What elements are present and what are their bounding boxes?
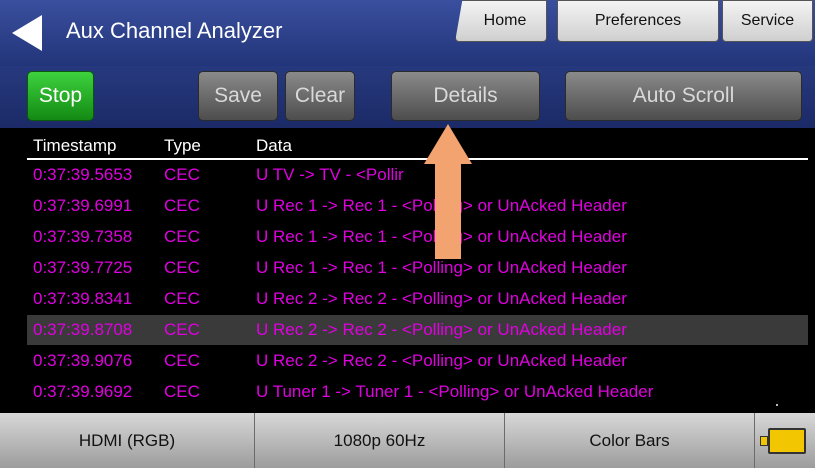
row-timestamp: 0:37:39.7358 bbox=[33, 227, 133, 246]
row-type: CEC bbox=[164, 320, 200, 339]
row-data: U Rec 1 -> Rec 1 - <Polling> or UnAcked … bbox=[256, 258, 627, 277]
tab-preferences[interactable]: Preferences bbox=[557, 0, 719, 42]
row-type: CEC bbox=[164, 165, 200, 184]
page-title: Aux Channel Analyzer bbox=[66, 18, 283, 43]
arrow-head bbox=[424, 124, 472, 164]
row-timestamp: 0:37:39.9076 bbox=[33, 351, 133, 370]
video-format-status[interactable]: 1080p 60Hz bbox=[255, 413, 505, 468]
row-type: CEC bbox=[164, 351, 200, 370]
details-button[interactable]: Details bbox=[391, 71, 540, 121]
row-type: CEC bbox=[164, 382, 200, 401]
scroll-indicator bbox=[776, 404, 778, 406]
row-data: U TV -> TV - <Pollir bbox=[256, 165, 404, 184]
row-data: U Rec 2 -> Rec 2 - <Polling> or UnAcked … bbox=[256, 289, 627, 308]
battery-body bbox=[768, 428, 806, 454]
table-row[interactable]: 0:37:39.5653 CEC U TV -> TV - <Pollir bbox=[27, 160, 808, 190]
status-bar: HDMI (RGB) 1080p 60Hz Color Bars bbox=[0, 413, 815, 468]
column-header-timestamp: Timestamp bbox=[33, 136, 117, 155]
row-timestamp: 0:37:39.9692 bbox=[33, 382, 133, 401]
title-bar: Aux Channel Analyzer Home Preferences Se… bbox=[0, 0, 815, 66]
column-header-type: Type bbox=[164, 136, 201, 155]
table-row[interactable]: 0:37:39.7725 CEC U Rec 1 -> Rec 1 - <Pol… bbox=[27, 253, 808, 283]
event-log-table[interactable]: Timestamp Type Data 0:37:39.5653 CEC U T… bbox=[27, 128, 808, 413]
image-status[interactable]: Color Bars bbox=[505, 413, 755, 468]
back-arrow-icon[interactable] bbox=[12, 15, 42, 51]
auto-scroll-button[interactable]: Auto Scroll bbox=[565, 71, 802, 121]
row-data: U Rec 2 -> Rec 2 - <Polling> or UnAcked … bbox=[256, 351, 627, 370]
tab-home[interactable]: Home bbox=[455, 0, 547, 42]
row-timestamp: 0:37:39.7725 bbox=[33, 258, 133, 277]
up-arrow-annotation bbox=[424, 124, 472, 259]
row-type: CEC bbox=[164, 227, 200, 246]
toolbar: Stop Save Clear Details Auto Scroll bbox=[0, 66, 815, 128]
row-timestamp: 0:37:39.5653 bbox=[33, 165, 133, 184]
table-row-selected[interactable]: 0:37:39.8708 CEC U Rec 2 -> Rec 2 - <Pol… bbox=[27, 315, 808, 345]
battery-icon bbox=[760, 428, 806, 454]
video-interface-status[interactable]: HDMI (RGB) bbox=[0, 413, 255, 468]
row-timestamp: 0:37:39.8708 bbox=[33, 320, 133, 339]
row-type: CEC bbox=[164, 196, 200, 215]
clear-button[interactable]: Clear bbox=[285, 71, 355, 121]
table-row[interactable]: 0:37:39.7358 CEC U Rec 1 -> Rec 1 - <Pol… bbox=[27, 222, 808, 252]
row-data: U Rec 2 -> Rec 2 - <Polling> or UnAcked … bbox=[256, 320, 627, 339]
row-timestamp: 0:37:39.8341 bbox=[33, 289, 133, 308]
battery-nub bbox=[760, 436, 768, 446]
column-header-data: Data bbox=[256, 136, 292, 155]
table-row[interactable]: 0:37:39.9076 CEC U Rec 2 -> Rec 2 - <Pol… bbox=[27, 346, 808, 376]
table-row[interactable]: 0:37:39.6991 CEC U Rec 1 -> Rec 1 - <Pol… bbox=[27, 191, 808, 221]
arrow-shaft bbox=[435, 164, 461, 259]
stop-button[interactable]: Stop bbox=[27, 71, 94, 121]
row-timestamp: 0:37:39.6991 bbox=[33, 196, 133, 215]
table-header: Timestamp Type Data bbox=[27, 136, 808, 160]
row-type: CEC bbox=[164, 289, 200, 308]
row-data: U Tuner 1 -> Tuner 1 - <Polling> or UnAc… bbox=[256, 382, 654, 401]
row-type: CEC bbox=[164, 258, 200, 277]
table-row[interactable]: 0:37:39.9692 CEC U Tuner 1 -> Tuner 1 - … bbox=[27, 377, 808, 407]
table-row[interactable]: 0:37:39.8341 CEC U Rec 2 -> Rec 2 - <Pol… bbox=[27, 284, 808, 314]
tab-service[interactable]: Service bbox=[722, 0, 813, 42]
save-button[interactable]: Save bbox=[198, 71, 278, 121]
